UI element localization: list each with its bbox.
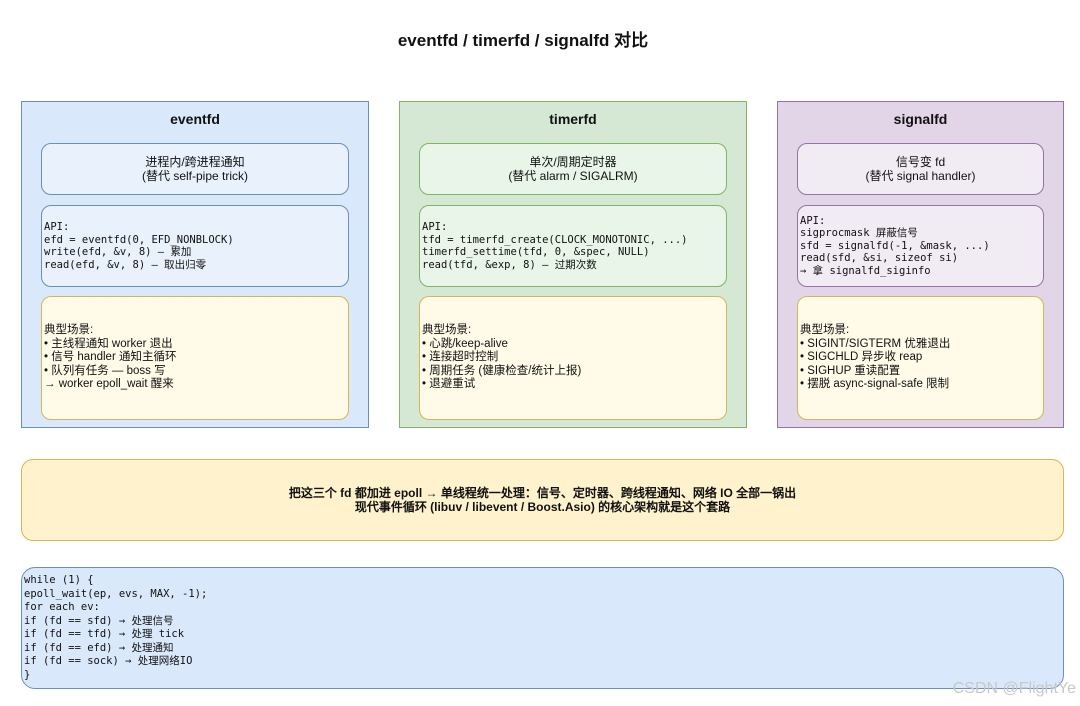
scenario-line: • 连接超时控制 [422, 351, 499, 364]
api-box: API: tfd = timerfd_create(CLOCK_MONOTONI… [419, 205, 727, 287]
code-line: while (1) { [24, 574, 94, 586]
api-line: efd = eventfd(0, EFD_NONBLOCK) [44, 233, 234, 246]
desc-line: 单次/周期定时器 [529, 155, 617, 169]
scenario-line: • 周期任务 (健康检查/统计上报) [422, 364, 582, 377]
api-line: API: [422, 221, 448, 233]
api-box: API: sigprocmask 屏蔽信号 sfd = signalfd(-1,… [797, 205, 1044, 287]
api-line: → 拿 signalfd_siginfo [800, 264, 931, 277]
api-line: sigprocmask 屏蔽信号 [800, 227, 918, 240]
scenario-line: • 队列有任务 — boss 写 [44, 364, 166, 377]
scenario-line: 典型场景: [800, 324, 850, 337]
scenario-line: 典型场景: [422, 324, 472, 337]
desc-line: 进程内/跨进程通知 [145, 155, 245, 169]
scenario-line: • 信号 handler 通知主循环 [44, 351, 177, 364]
code-line: epoll_wait(ep, evs, MAX, -1); [24, 587, 208, 600]
desc-line: 信号变 fd [895, 155, 946, 169]
api-line: read(efd, &v, 8) — 取出归零 [44, 258, 207, 271]
scenario-box: 典型场景: • 心跳/keep-alive • 连接超时控制 • 周期任务 (健… [419, 296, 727, 420]
desc-line: (替代 alarm / SIGALRM) [508, 169, 638, 183]
panel-timerfd: timerfd 单次/周期定时器 (替代 alarm / SIGALRM) AP… [399, 101, 747, 428]
scenario-box: 典型场景: • SIGINT/SIGTERM 优雅退出 • SIGCHLD 异步… [797, 296, 1044, 420]
api-line: read(sfd, &si, sizeof si) [800, 252, 959, 265]
scenario-line: • SIGCHLD 异步收 reap [800, 351, 923, 364]
code-line: if (fd == sock) → 处理网络IO [24, 655, 193, 667]
api-line: timerfd_settime(tfd, 0, &spec, NULL) [422, 246, 650, 258]
event-loop-code-box: while (1) { epoll_wait(ep, evs, MAX, -1)… [21, 567, 1064, 689]
description-box: 进程内/跨进程通知 (替代 self-pipe trick) [41, 143, 349, 195]
panel-eventfd: eventfd 进程内/跨进程通知 (替代 self-pipe trick) A… [21, 101, 369, 428]
description-box: 单次/周期定时器 (替代 alarm / SIGALRM) [419, 143, 727, 195]
diagram-title: eventfd / timerfd / signalfd 对比 [397, 31, 649, 50]
api-line: API: [44, 221, 70, 233]
banner-line: 现代事件循环 (libuv / libevent / Boost.Asio) 的… [354, 500, 731, 514]
banner-line: 把这三个 fd 都加进 epoll → 单线程统一处理：信号、定时器、跨线程通知… [288, 486, 797, 500]
code-line: if (fd == sfd) → 处理信号 [24, 614, 174, 627]
code-line: if (fd == efd) → 处理通知 [24, 641, 174, 654]
scenario-box: 典型场景: • 主线程通知 worker 退出 • 信号 handler 通知主… [41, 296, 349, 420]
api-line: API: [800, 214, 826, 227]
scenario-line: 典型场景: [44, 324, 94, 337]
watermark: CSDN @FlightYe [952, 680, 1076, 697]
summary-banner: 把这三个 fd 都加进 epoll → 单线程统一处理：信号、定时器、跨线程通知… [21, 459, 1064, 541]
panel-title: timerfd [549, 111, 597, 127]
scenario-line: • SIGHUP 重读配置 [800, 364, 901, 377]
panel-title: signalfd [893, 111, 948, 127]
api-line: read(tfd, &exp, 8) — 过期次数 [422, 258, 597, 271]
code-line: } [24, 668, 31, 681]
scenario-line: → worker epoll_wait 醒来 [44, 378, 174, 391]
api-line: write(efd, &v, 8) — 累加 [44, 246, 192, 258]
panel-signalfd: signalfd 信号变 fd (替代 signal handler) API:… [777, 101, 1064, 428]
scenario-line: • 心跳/keep-alive [422, 337, 508, 350]
code-line: for each ev: [24, 601, 100, 613]
scenario-line: • SIGINT/SIGTERM 优雅退出 [800, 337, 951, 350]
scenario-line: • 退避重试 [422, 378, 476, 391]
scenario-line: • 主线程通知 worker 退出 [44, 337, 173, 350]
description-box: 信号变 fd (替代 signal handler) [797, 143, 1044, 195]
code-line: if (fd == tfd) → 处理 tick [24, 628, 185, 640]
panel-title: eventfd [170, 111, 220, 127]
desc-line: (替代 self-pipe trick) [141, 169, 248, 183]
scenario-line: • 摆脱 async-signal-safe 限制 [800, 378, 950, 391]
api-box: API: efd = eventfd(0, EFD_NONBLOCK) writ… [41, 205, 349, 287]
api-line: sfd = signalfd(-1, &mask, ...) [800, 239, 990, 252]
api-line: tfd = timerfd_create(CLOCK_MONOTONIC, ..… [422, 233, 688, 246]
desc-line: (替代 signal handler) [865, 169, 976, 183]
